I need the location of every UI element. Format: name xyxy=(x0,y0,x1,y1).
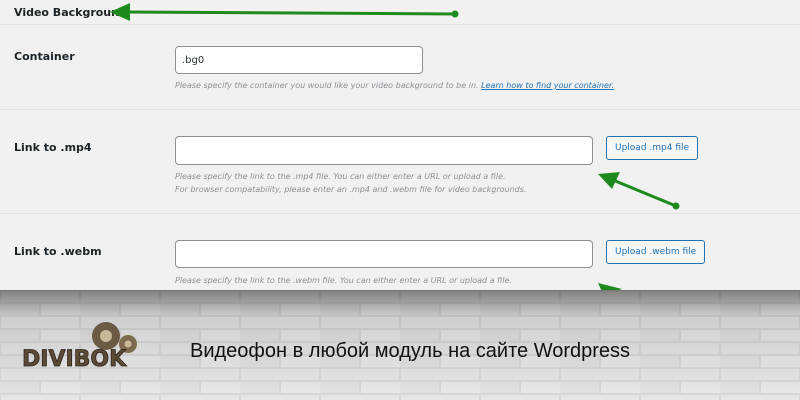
banner: DIVIBOK Видеофон в любой модуль на сайте… xyxy=(0,290,800,400)
settings-panel: Video Background Container Please specif… xyxy=(0,0,800,290)
webm-url-input[interactable] xyxy=(175,240,593,268)
container-label: Container xyxy=(14,50,75,63)
webm-help-line1: Please specify the link to the .webm fil… xyxy=(175,276,512,285)
find-container-link[interactable]: Learn how to find your container. xyxy=(481,81,614,90)
section-divider xyxy=(0,24,800,25)
mp4-help-line1: Please specify the link to the .mp4 file… xyxy=(175,172,506,181)
divibok-logo: DIVIBOK xyxy=(22,322,137,372)
mp4-help-line2: For browser compatability, please enter … xyxy=(175,185,527,194)
mp4-label: Link to .mp4 xyxy=(14,141,92,154)
container-input[interactable] xyxy=(175,46,423,74)
container-help: Please specify the container you would l… xyxy=(175,81,614,90)
section-title: Video Background xyxy=(14,6,127,19)
webm-label: Link to .webm xyxy=(14,245,102,258)
logo-text: DIVIBOK xyxy=(22,347,127,372)
banner-caption: Видеофон в любой модуль на сайте Wordpre… xyxy=(190,340,631,362)
mp4-url-input[interactable] xyxy=(175,136,593,165)
row-divider xyxy=(0,109,800,110)
row-divider xyxy=(0,213,800,214)
upload-mp4-button[interactable]: Upload .mp4 file xyxy=(606,136,699,160)
upload-webm-button[interactable]: Upload .webm file xyxy=(606,240,706,264)
container-help-text: Please specify the container you would l… xyxy=(175,81,479,90)
